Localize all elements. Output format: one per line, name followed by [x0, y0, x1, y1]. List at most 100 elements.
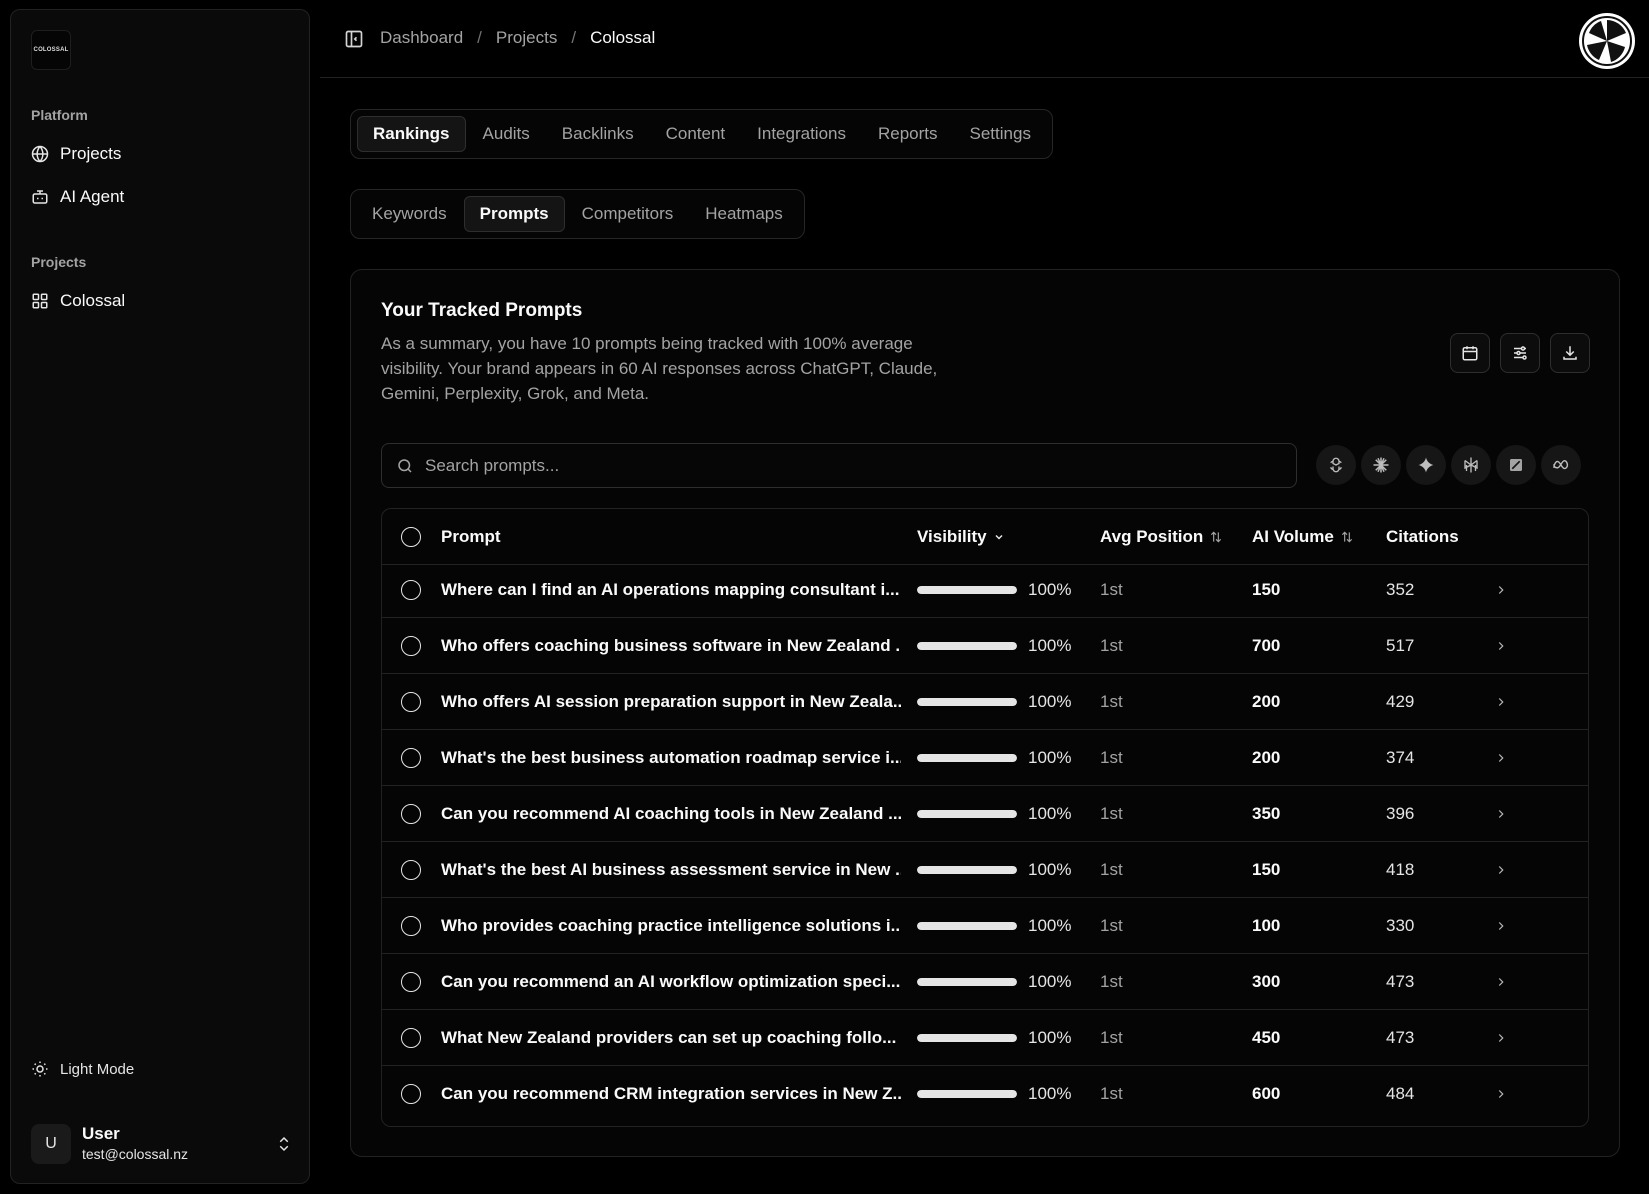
column-header-ai-volume[interactable]: AI Volume: [1252, 509, 1354, 565]
table-row[interactable]: Can you recommend CRM integration servic…: [382, 1066, 1588, 1122]
sidebar-item-colossal[interactable]: Colossal: [31, 283, 291, 319]
visibility-cell: 100%: [917, 562, 1071, 618]
card-description: As a summary, you have 10 prompts being …: [381, 334, 938, 403]
table-row[interactable]: What's the best AI business assessment s…: [382, 842, 1588, 898]
prompt-text[interactable]: Who offers coaching business software in…: [441, 618, 901, 674]
sidebar: COLOSSAL Platform Projects AI Agent Proj…: [10, 9, 310, 1184]
row-expand-button[interactable]: [1494, 898, 1508, 954]
tab-integrations[interactable]: Integrations: [742, 116, 861, 152]
visibility-cell: 100%: [917, 786, 1071, 842]
row-checkbox[interactable]: [401, 636, 421, 656]
prompt-text[interactable]: Who offers AI session preparation suppor…: [441, 674, 901, 730]
filter-meta-button[interactable]: [1541, 445, 1581, 485]
search-input[interactable]: [425, 455, 1275, 476]
user-menu[interactable]: U User test@colossal.nz: [31, 1120, 293, 1168]
row-checkbox[interactable]: [401, 580, 421, 600]
visibility-value: 100%: [1028, 580, 1072, 599]
tab-prompts[interactable]: Prompts: [463, 196, 565, 232]
meta-icon: [1553, 459, 1569, 470]
column-header-avg-position[interactable]: Avg Position: [1100, 509, 1223, 565]
table-header-row: Prompt Visibility Avg Position AI Volume…: [382, 509, 1588, 565]
breadcrumb-dashboard[interactable]: Dashboard: [380, 28, 463, 48]
row-expand-button[interactable]: [1494, 1066, 1508, 1122]
table-row[interactable]: Where can I find an AI operations mappin…: [382, 562, 1588, 618]
table-row[interactable]: Who offers coaching business software in…: [382, 618, 1588, 674]
prompt-text[interactable]: Can you recommend CRM integration servic…: [441, 1066, 901, 1122]
column-header-visibility[interactable]: Visibility: [917, 509, 1005, 565]
visibility-cell: 100%: [917, 1066, 1071, 1122]
tab-competitors[interactable]: Competitors: [567, 196, 689, 232]
table-row[interactable]: What New Zealand providers can set up co…: [382, 1010, 1588, 1066]
row-checkbox[interactable]: [401, 804, 421, 824]
tab-settings[interactable]: Settings: [955, 116, 1046, 152]
visibility-value: 100%: [1028, 636, 1072, 655]
visibility-bar: [917, 1090, 1017, 1098]
prompt-text[interactable]: What's the best AI business assessment s…: [441, 842, 901, 898]
row-expand-button[interactable]: [1494, 842, 1508, 898]
prompt-text[interactable]: Where can I find an AI operations mappin…: [441, 562, 901, 618]
row-checkbox[interactable]: [401, 748, 421, 768]
tab-heatmaps[interactable]: Heatmaps: [690, 196, 797, 232]
prompt-text[interactable]: Who provides coaching practice intellige…: [441, 898, 901, 954]
download-button[interactable]: [1550, 333, 1590, 373]
filter-chatgpt-button[interactable]: [1316, 445, 1356, 485]
tab-audits[interactable]: Audits: [468, 116, 545, 152]
table-row[interactable]: Can you recommend an AI workflow optimiz…: [382, 954, 1588, 1010]
user-name: User: [82, 1124, 120, 1143]
filter-perplexity-button[interactable]: [1451, 445, 1491, 485]
row-expand-button[interactable]: [1494, 618, 1508, 674]
ai-volume-value: 300: [1252, 972, 1281, 991]
row-checkbox[interactable]: [401, 1084, 421, 1104]
filter-grok-button[interactable]: [1496, 445, 1536, 485]
sidebar-item-ai-agent[interactable]: AI Agent: [31, 179, 291, 215]
sidebar-item-projects[interactable]: Projects: [31, 136, 291, 172]
row-checkbox[interactable]: [401, 860, 421, 880]
row-checkbox[interactable]: [401, 692, 421, 712]
row-expand-button[interactable]: [1494, 954, 1508, 1010]
row-checkbox[interactable]: [401, 1028, 421, 1048]
brand-logo[interactable]: COLOSSAL: [31, 30, 71, 70]
prompt-text[interactable]: What's the best business automation road…: [441, 730, 901, 786]
tab-backlinks[interactable]: Backlinks: [547, 116, 649, 152]
column-header-label: AI Volume: [1252, 527, 1334, 546]
light-mode-toggle[interactable]: Light Mode: [31, 1060, 134, 1078]
visibility-value: 100%: [1028, 972, 1072, 991]
prompt-text[interactable]: Can you recommend an AI workflow optimiz…: [441, 954, 901, 1010]
visibility-bar: [917, 922, 1017, 930]
table-row[interactable]: What's the best business automation road…: [382, 730, 1588, 786]
citations-value: 352: [1386, 580, 1415, 599]
visibility-bar-fill: [917, 586, 1017, 594]
visibility-bar-fill: [917, 698, 1017, 706]
tab-rankings[interactable]: Rankings: [357, 116, 466, 152]
tab-keywords[interactable]: Keywords: [357, 196, 462, 232]
sidebar-toggle-icon[interactable]: [344, 29, 364, 49]
filter-gemini-button[interactable]: [1406, 445, 1446, 485]
filter-button[interactable]: [1500, 333, 1540, 373]
breadcrumb-projects[interactable]: Projects: [496, 28, 557, 48]
chevron-right-icon: [1494, 975, 1508, 989]
select-all-checkbox[interactable]: [401, 527, 421, 547]
row-checkbox[interactable]: [401, 916, 421, 936]
visibility-value: 100%: [1028, 1028, 1072, 1047]
row-expand-button[interactable]: [1494, 1010, 1508, 1066]
tab-content[interactable]: Content: [651, 116, 741, 152]
prompt-text[interactable]: Can you recommend AI coaching tools in N…: [441, 786, 901, 842]
tab-reports[interactable]: Reports: [863, 116, 953, 152]
table-row[interactable]: Can you recommend AI coaching tools in N…: [382, 786, 1588, 842]
row-expand-button[interactable]: [1494, 786, 1508, 842]
workspace-logo[interactable]: [1579, 13, 1635, 69]
prompt-text[interactable]: What New Zealand providers can set up co…: [441, 1010, 901, 1066]
grid-icon: [32, 293, 48, 309]
filter-claude-button[interactable]: [1361, 445, 1401, 485]
prompts-table: Prompt Visibility Avg Position AI Volume…: [381, 508, 1589, 1127]
row-checkbox[interactable]: [401, 972, 421, 992]
sort-icon: [1341, 531, 1352, 543]
table-row[interactable]: Who offers AI session preparation suppor…: [382, 674, 1588, 730]
date-range-button[interactable]: [1450, 333, 1490, 373]
filter-sliders-icon: [1514, 346, 1527, 360]
row-expand-button[interactable]: [1494, 730, 1508, 786]
table-row[interactable]: Who provides coaching practice intellige…: [382, 898, 1588, 954]
row-expand-button[interactable]: [1494, 562, 1508, 618]
row-expand-button[interactable]: [1494, 674, 1508, 730]
visibility-bar-fill: [917, 754, 1017, 762]
